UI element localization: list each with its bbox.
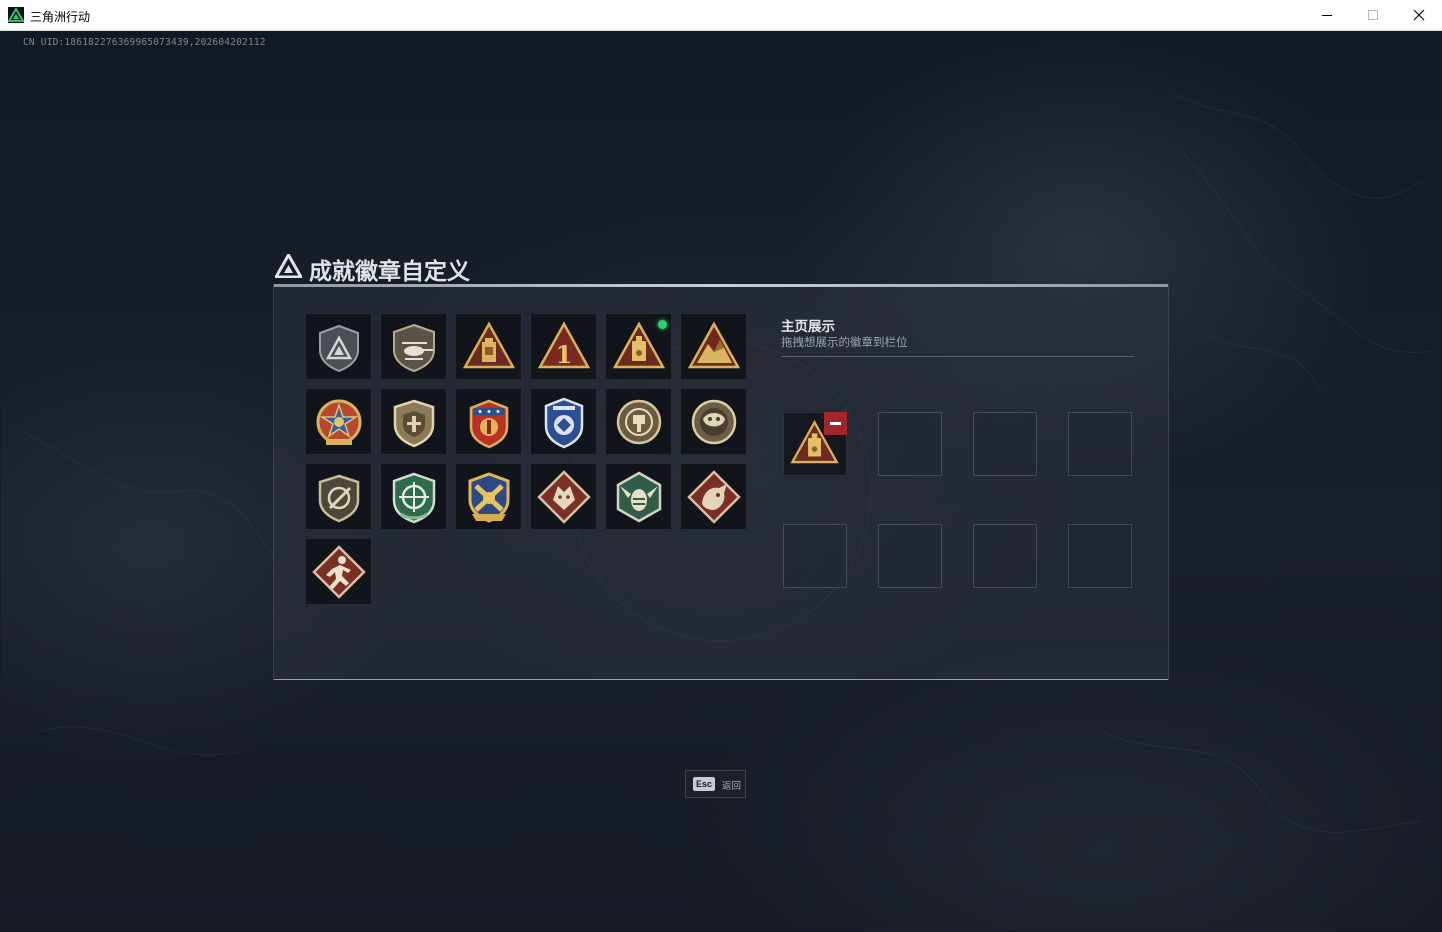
back-label: 返回 bbox=[722, 781, 742, 792]
diamond-dragon-badge-icon bbox=[687, 470, 741, 524]
showcase-slot-6[interactable] bbox=[878, 524, 942, 588]
panel-bottom-border bbox=[274, 679, 1168, 680]
showcase-subtitle: 拖拽想展示的徽章到栏位 bbox=[781, 337, 908, 349]
star-medal-badge-icon bbox=[316, 399, 362, 445]
showcase-slot-4[interactable] bbox=[1068, 412, 1132, 476]
dialog-title: 成就徽章自定义 bbox=[309, 258, 470, 284]
badge-slot-5[interactable] bbox=[605, 313, 672, 380]
helicopter-shield-badge-icon bbox=[393, 323, 435, 373]
badge-slot-2[interactable] bbox=[380, 313, 447, 380]
badge-slot-12[interactable] bbox=[680, 388, 747, 455]
badge-slot-17[interactable] bbox=[605, 463, 672, 530]
delta-logo-icon bbox=[275, 254, 302, 278]
showcase-slot-7[interactable] bbox=[973, 524, 1037, 588]
round-beast-badge-icon bbox=[691, 399, 737, 445]
window-titlebar: 三角洲行动 bbox=[0, 0, 1442, 31]
shield-triangle-badge-icon bbox=[319, 324, 359, 373]
close-button[interactable] bbox=[1396, 0, 1442, 30]
badge-customize-panel: 1 主页展示 拖拽想展示的徽章到栏位 bbox=[273, 284, 1169, 680]
badge-slot-7[interactable] bbox=[305, 388, 372, 455]
badge-slot-4[interactable]: 1 bbox=[530, 313, 597, 380]
new-badge-indicator bbox=[658, 320, 667, 329]
panel-top-border bbox=[274, 284, 1168, 287]
badge-slot-6[interactable] bbox=[680, 313, 747, 380]
minimize-icon bbox=[1322, 15, 1332, 16]
gold-crossed-badge-icon bbox=[468, 472, 510, 523]
app-logo-icon bbox=[8, 7, 24, 23]
window-title: 三角洲行动 bbox=[30, 10, 91, 24]
showcase-slot-1[interactable] bbox=[783, 412, 847, 476]
minimize-button[interactable] bbox=[1304, 0, 1350, 30]
badge-slot-15[interactable] bbox=[455, 463, 522, 530]
hexagon-hornet-badge-icon bbox=[616, 471, 662, 523]
triangle-tower-badge-icon bbox=[462, 321, 516, 369]
shield-slash-badge-icon bbox=[318, 474, 360, 523]
maximize-icon bbox=[1368, 10, 1378, 20]
badge-slot-19[interactable] bbox=[305, 538, 372, 605]
badge-slot-1[interactable] bbox=[305, 313, 372, 380]
remove-badge-button[interactable] bbox=[824, 412, 847, 435]
badge-slot-13[interactable] bbox=[305, 463, 372, 530]
triangle-mountain-badge-icon bbox=[687, 321, 741, 369]
badge-slot-3[interactable] bbox=[455, 313, 522, 380]
svg-text:1: 1 bbox=[556, 340, 573, 369]
badge-slot-14[interactable] bbox=[380, 463, 447, 530]
badge-slot-9[interactable] bbox=[455, 388, 522, 455]
round-target-badge-icon bbox=[616, 399, 662, 445]
showcase-slot-8[interactable] bbox=[1068, 524, 1132, 588]
showcase-divider bbox=[781, 356, 1134, 357]
showcase-title: 主页展示 bbox=[781, 319, 835, 334]
red-crest-badge-icon bbox=[469, 399, 509, 449]
blue-shield-badge-icon bbox=[544, 397, 584, 449]
green-crosshair-badge-icon bbox=[392, 472, 436, 524]
player-uid: CN UID:186182276369965073439,20260420211… bbox=[23, 37, 266, 48]
badge-slot-11[interactable] bbox=[605, 388, 672, 455]
diamond-wolf-badge-icon bbox=[537, 470, 591, 524]
diamond-runner-badge-icon bbox=[312, 545, 366, 599]
close-icon bbox=[1413, 9, 1425, 21]
maximize-button[interactable] bbox=[1350, 0, 1396, 30]
minus-icon bbox=[830, 422, 841, 425]
showcase-slot-2[interactable] bbox=[878, 412, 942, 476]
badge-slot-8[interactable] bbox=[380, 388, 447, 455]
showcase-slot-3[interactable] bbox=[973, 412, 1037, 476]
badge-slot-18[interactable] bbox=[680, 463, 747, 530]
esc-key-icon: Esc bbox=[693, 777, 715, 791]
triangle-number-one-badge-icon: 1 bbox=[537, 321, 591, 369]
showcase-slot-5[interactable] bbox=[783, 524, 847, 588]
badge-slot-10[interactable] bbox=[530, 388, 597, 455]
esc-back-button[interactable]: Esc 返回 bbox=[685, 770, 746, 798]
game-screen: CN UID:186182276369965073439,20260420211… bbox=[1, 31, 1441, 931]
shield-emblem-badge-icon bbox=[393, 399, 435, 448]
badge-slot-16[interactable] bbox=[530, 463, 597, 530]
